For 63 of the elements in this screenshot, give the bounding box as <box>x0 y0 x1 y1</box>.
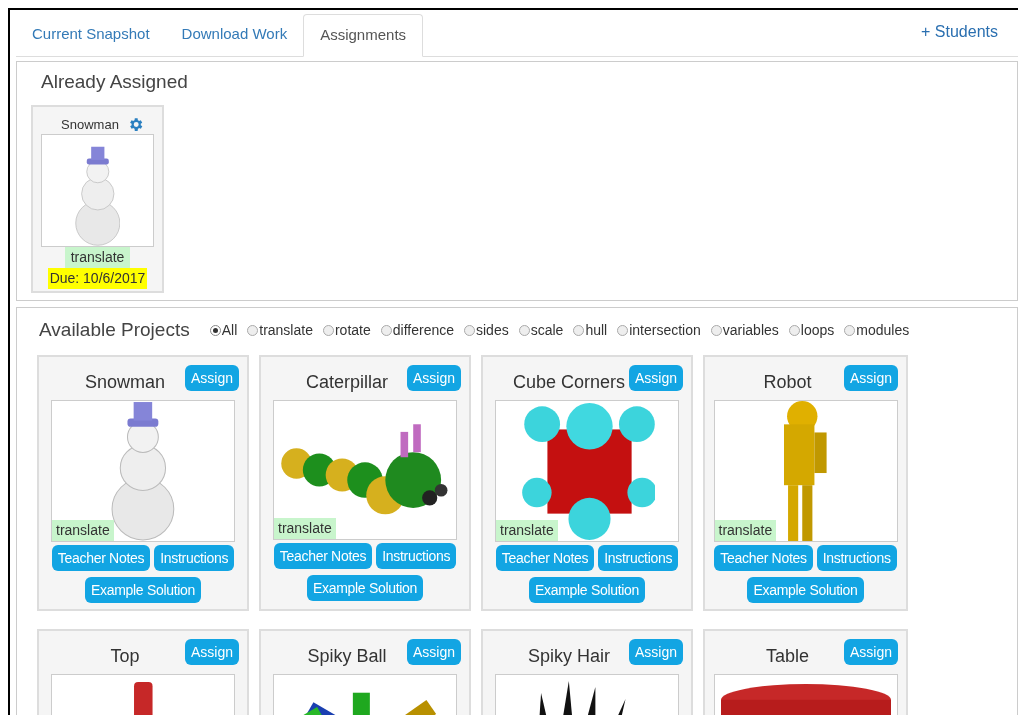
radio-icon[interactable] <box>710 324 722 336</box>
radio-icon[interactable] <box>573 324 585 336</box>
resource-button[interactable]: Instructions <box>816 544 897 571</box>
assign-button[interactable]: Assign <box>628 639 683 665</box>
filter-radio[interactable]: intersection <box>617 319 701 341</box>
resource-button[interactable]: Teacher Notes <box>714 544 813 571</box>
radio-icon[interactable] <box>322 324 334 336</box>
radio-icon[interactable] <box>617 324 629 336</box>
resource-button[interactable]: Example Solution <box>747 576 864 603</box>
project-title: Table <box>764 644 810 668</box>
due-date: Due: 10/6/2017 <box>47 268 148 289</box>
filter-radio[interactable]: loops <box>788 319 835 341</box>
resource-button[interactable]: Instructions <box>598 544 679 571</box>
tab[interactable]: Download Work <box>165 13 304 56</box>
resource-button[interactable]: Teacher Notes <box>495 544 595 571</box>
filter-radio[interactable]: difference <box>380 319 454 341</box>
tab[interactable]: Assignments <box>303 14 424 57</box>
radio-icon[interactable] <box>209 324 221 336</box>
concept-tag: translate <box>496 519 558 541</box>
project-title: Snowman <box>83 370 166 394</box>
assign-button[interactable]: Assign <box>184 365 239 391</box>
filter-radio[interactable]: sides <box>464 319 509 341</box>
resource-button[interactable]: Instructions <box>154 544 235 571</box>
add-students-link[interactable]: + Students <box>921 20 998 44</box>
assign-button[interactable]: Assign <box>406 365 461 391</box>
section-heading: Available Projects <box>39 318 190 342</box>
resource-button[interactable]: Example Solution <box>306 574 424 601</box>
project-title: Cube Corners <box>511 370 626 394</box>
filter-radio[interactable]: variables <box>710 319 779 341</box>
project-title: Caterpillar <box>304 370 389 394</box>
assign-button[interactable]: Assign <box>843 639 898 665</box>
concept-tag: translate <box>52 519 114 541</box>
filter-radio[interactable]: rotate <box>322 319 371 341</box>
resource-button[interactable]: Teacher Notes <box>51 544 151 571</box>
filter-radio[interactable]: hull <box>573 319 608 341</box>
radio-icon[interactable] <box>464 324 475 336</box>
assign-button[interactable]: Assign <box>628 365 683 391</box>
filter-radio[interactable]: modules <box>844 319 910 341</box>
radio-icon[interactable] <box>788 324 800 336</box>
concept-tag: translate <box>64 247 131 268</box>
project-title: Top <box>109 644 141 668</box>
assign-button[interactable]: Assign <box>843 365 898 391</box>
radio-icon[interactable] <box>380 324 392 336</box>
radio-icon[interactable] <box>247 324 259 336</box>
tab[interactable]: Current Snapshot <box>16 13 166 56</box>
assignment-title: Snowman <box>61 115 119 134</box>
concept-tag: translate <box>714 519 777 541</box>
filter-radio[interactable]: scale <box>518 319 564 341</box>
resource-button[interactable]: Instructions <box>376 542 457 569</box>
filter-radio[interactable]: translate <box>247 319 313 341</box>
resource-button[interactable]: Example Solution <box>528 576 646 603</box>
resource-button[interactable]: Teacher Notes <box>273 542 373 569</box>
project-title: Spiky Ball <box>306 644 388 668</box>
radio-icon[interactable] <box>518 324 530 336</box>
filter-radio[interactable]: All <box>209 319 238 341</box>
radio-icon[interactable] <box>844 324 856 336</box>
section-heading: Already Assigned <box>41 70 189 94</box>
resource-button[interactable]: Example Solution <box>84 576 202 603</box>
assign-button[interactable]: Assign <box>184 639 239 665</box>
assign-button[interactable]: Assign <box>406 639 461 665</box>
concept-tag: translate <box>274 517 336 539</box>
project-title: Spiky Hair <box>526 644 611 668</box>
project-title: Robot <box>762 370 813 394</box>
